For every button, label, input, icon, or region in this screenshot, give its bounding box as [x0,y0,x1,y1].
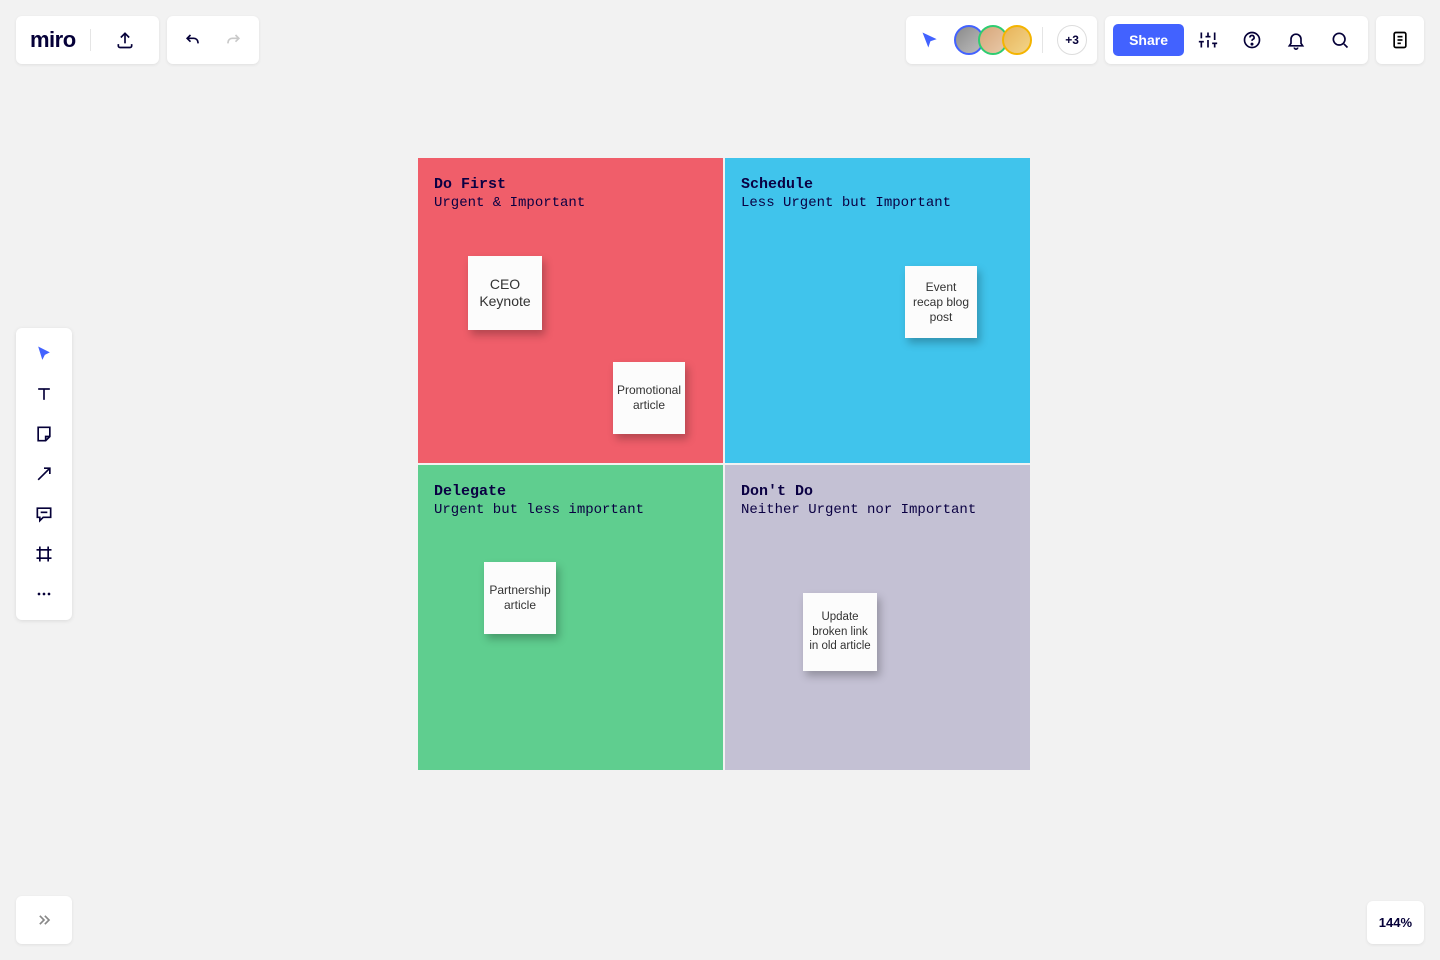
text-tool[interactable] [22,374,66,414]
quadrant-title: Schedule [741,176,1014,193]
app-logo: miro [30,27,76,53]
eisenhower-matrix[interactable]: Do First Urgent & Important CEO Keynote … [418,158,1030,770]
collaborators-panel: +3 [906,16,1097,64]
cursor-present-icon [920,30,940,50]
settings-button[interactable] [1188,16,1228,64]
share-button[interactable]: Share [1113,24,1184,56]
actions-panel: Share [1105,16,1368,64]
avatar-stack[interactable] [954,25,1032,55]
help-button[interactable] [1232,16,1272,64]
undo-button[interactable] [173,16,213,64]
quadrant-subtitle: Urgent but less important [434,502,707,518]
quadrant-schedule[interactable]: Schedule Less Urgent but Important Event… [725,158,1030,463]
comment-tool[interactable] [22,494,66,534]
redo-icon [223,30,243,50]
bell-icon [1286,30,1306,50]
help-icon [1242,30,1262,50]
undo-icon [183,30,203,50]
quadrant-dont-do[interactable]: Don't Do Neither Urgent nor Important Up… [725,465,1030,770]
export-button[interactable] [105,16,145,64]
quadrant-delegate[interactable]: Delegate Urgent but less important Partn… [418,465,723,770]
quadrant-title: Delegate [434,483,707,500]
arrow-tool[interactable] [22,454,66,494]
cursor-icon [34,344,54,364]
quadrant-subtitle: Less Urgent but Important [741,195,1014,211]
select-tool[interactable] [22,334,66,374]
more-icon [34,584,54,604]
zoom-level[interactable]: 144% [1367,901,1424,944]
more-tools[interactable] [22,574,66,614]
notes-icon [1390,30,1410,50]
sticky-note[interactable]: Update broken link in old article [803,593,877,671]
separator [1042,27,1043,53]
frame-icon [34,544,54,564]
avatar[interactable] [1002,25,1032,55]
app-menu[interactable]: miro [16,16,159,64]
sticky-note[interactable]: CEO Keynote [468,256,542,330]
search-button[interactable] [1320,16,1360,64]
text-icon [34,384,54,404]
quadrant-title: Do First [434,176,707,193]
tool-palette [16,328,72,620]
presentation-cursor-button[interactable] [916,16,944,64]
notes-button[interactable] [1376,16,1424,64]
sticky-note[interactable]: Promotional article [613,362,685,434]
notifications-button[interactable] [1276,16,1316,64]
sticky-note[interactable]: Partnership article [484,562,556,634]
sticky-note[interactable]: Event recap blog post [905,266,977,338]
sticky-tool[interactable] [22,414,66,454]
search-icon [1330,30,1350,50]
quadrant-do-first[interactable]: Do First Urgent & Important CEO Keynote … [418,158,723,463]
quadrant-title: Don't Do [741,483,1014,500]
history-panel [167,16,259,64]
redo-button[interactable] [213,16,253,64]
avatar-overflow[interactable]: +3 [1057,25,1087,55]
comment-icon [34,504,54,524]
chevron-double-right-icon [34,910,54,930]
separator [90,29,91,51]
arrow-icon [34,464,54,484]
quadrant-subtitle: Neither Urgent nor Important [741,502,1014,518]
sticky-note-icon [34,424,54,444]
quadrant-subtitle: Urgent & Important [434,195,707,211]
expand-toolbar-button[interactable] [16,896,72,944]
upload-icon [115,30,135,50]
sliders-icon [1198,30,1218,50]
frame-tool[interactable] [22,534,66,574]
